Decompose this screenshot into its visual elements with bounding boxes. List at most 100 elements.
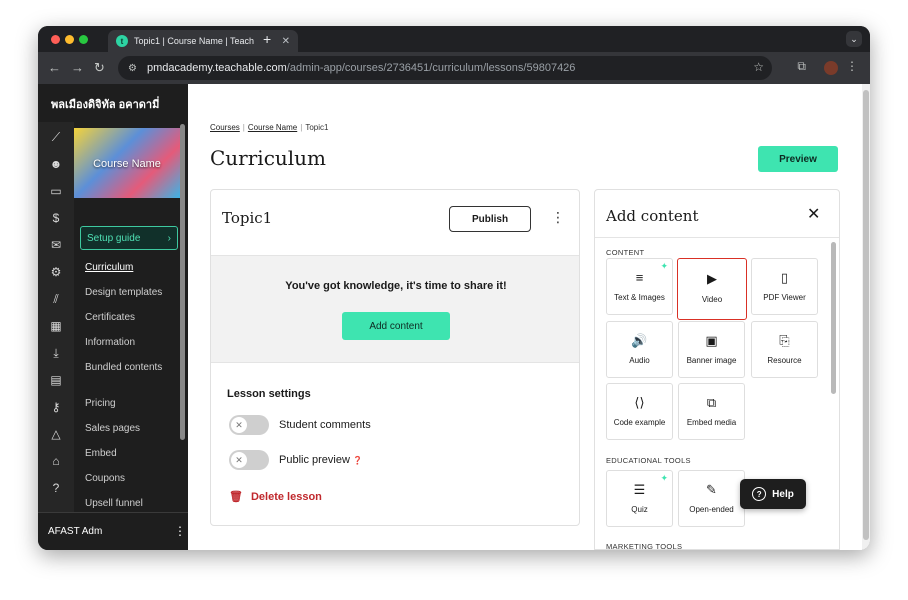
publish-button[interactable]: Publish bbox=[449, 206, 531, 232]
tile-open-ended[interactable]: ✎ Open-ended bbox=[678, 470, 745, 527]
breadcrumb-courses[interactable]: Courses bbox=[210, 123, 240, 132]
extensions-icon[interactable]: ⧉ bbox=[797, 59, 806, 74]
lesson-card: Topic1 Publish ⋮ You've got knowledge, i… bbox=[210, 189, 580, 526]
toggle-off-icon: ✕ bbox=[231, 417, 247, 433]
tile-code-example[interactable]: ⟨⟩ Code example bbox=[606, 383, 673, 440]
admin-sidebar: พลเมืองดิจิทัล อคาดามี่ ⟋ ☻ ▭ $ ✉ ⚙ ⫽ ▦ … bbox=[38, 84, 188, 550]
school-name[interactable]: พลเมืองดิจิทัล อคาดามี่ bbox=[51, 95, 159, 113]
image-icon: ▣ bbox=[705, 333, 718, 348]
new-tab-icon[interactable]: + bbox=[263, 31, 271, 47]
url-text: pmdacademy.teachable.com/admin-app/cours… bbox=[146, 62, 576, 74]
help-circle-icon[interactable]: ? bbox=[49, 481, 63, 495]
chat-icon[interactable]: ▤ bbox=[49, 373, 63, 387]
tile-audio[interactable]: 🔊 Audio bbox=[606, 321, 673, 378]
tile-embed-media[interactable]: ⧉ Embed media bbox=[678, 383, 745, 440]
help-circle-icon: ? bbox=[752, 487, 767, 501]
back-icon[interactable]: ← bbox=[48, 60, 61, 75]
sidebar-scrollbar[interactable] bbox=[180, 124, 185, 440]
gear-icon[interactable]: ⚙ bbox=[49, 265, 63, 279]
admin-more-icon[interactable]: ⋮ bbox=[174, 524, 186, 538]
users-icon[interactable]: ☻ bbox=[49, 157, 63, 171]
tab-strip: t Topic1 | Course Name | Teach ✕ + ⌄ bbox=[38, 26, 870, 52]
document-icon: ▯ bbox=[780, 270, 789, 285]
question-mark-icon[interactable]: ❓ bbox=[353, 456, 363, 465]
sidebar-item-design-templates[interactable]: Design templates bbox=[85, 287, 162, 298]
preview-button[interactable]: Preview bbox=[758, 146, 838, 172]
course-thumbnail-label: Course Name bbox=[93, 158, 161, 170]
sidebar-item-coupons[interactable]: Coupons bbox=[85, 473, 125, 484]
section-educational-label: EDUCATIONAL TOOLS bbox=[606, 456, 691, 465]
pencil-lines-icon: ✎ bbox=[706, 482, 717, 497]
delete-lesson-button[interactable]: 🗑 Delete lesson bbox=[229, 490, 322, 504]
tab-search-icon[interactable]: ⌄ bbox=[846, 31, 862, 47]
sidebar-item-information[interactable]: Information bbox=[85, 337, 135, 348]
breadcrumb-course-name[interactable]: Course Name bbox=[248, 123, 297, 132]
trend-icon[interactable]: ⟋ bbox=[49, 130, 63, 144]
tab-close-icon[interactable]: ✕ bbox=[282, 36, 290, 47]
shapes-icon[interactable]: △ bbox=[49, 427, 63, 441]
browser-toolbar: ← → ↻ ⚙ pmdacademy.teachable.com/admin-a… bbox=[38, 52, 870, 84]
add-content-button[interactable]: Add content bbox=[342, 312, 450, 340]
chevron-right-icon: › bbox=[167, 232, 171, 244]
key-icon[interactable]: ⚷ bbox=[49, 400, 63, 414]
tile-pdf-viewer[interactable]: ▯ PDF Viewer bbox=[751, 258, 818, 315]
site-info-icon[interactable]: ⚙ bbox=[128, 63, 137, 74]
forward-icon[interactable]: → bbox=[71, 60, 84, 75]
embed-media-icon: ⧉ bbox=[706, 395, 717, 410]
toggle-off-icon: ✕ bbox=[231, 452, 247, 468]
sidebar-item-curriculum[interactable]: Curriculum bbox=[85, 262, 133, 273]
bookmark-star-icon[interactable]: ☆ bbox=[753, 60, 764, 74]
profile-avatar[interactable] bbox=[824, 61, 838, 75]
public-preview-toggle[interactable]: ✕ bbox=[229, 450, 269, 470]
tile-text-images[interactable]: ✦ ≡ Text & Images bbox=[606, 258, 673, 315]
close-window-button[interactable] bbox=[51, 35, 60, 44]
text-lines-icon: ≡ bbox=[635, 270, 644, 285]
breadcrumb: Courses | Course Name | Topic1 bbox=[210, 123, 329, 132]
admin-name[interactable]: AFAST Adm bbox=[48, 526, 102, 537]
sidebar-item-certificates[interactable]: Certificates bbox=[85, 312, 135, 323]
tile-quiz[interactable]: ✦ ☰ Quiz bbox=[606, 470, 673, 527]
tile-resource[interactable]: ⎘ Resource bbox=[751, 321, 818, 378]
sidebar-item-embed[interactable]: Embed bbox=[85, 448, 117, 459]
graduation-icon[interactable]: ⌂ bbox=[49, 454, 63, 468]
panel-scrollbar[interactable] bbox=[831, 242, 836, 394]
minimize-window-button[interactable] bbox=[65, 35, 74, 44]
mail-icon[interactable]: ✉ bbox=[49, 238, 63, 252]
devices-icon[interactable]: ▭ bbox=[49, 184, 63, 198]
close-icon[interactable]: ✕ bbox=[807, 204, 820, 224]
empty-message: You've got knowledge, it's time to share… bbox=[285, 280, 507, 292]
help-button[interactable]: ? Help bbox=[740, 479, 806, 509]
library-icon[interactable]: ⫽ bbox=[49, 292, 63, 306]
public-preview-label: Public preview ❓ bbox=[279, 454, 363, 466]
page-scrollbar[interactable] bbox=[862, 84, 870, 550]
panel-title: Add content bbox=[606, 207, 699, 225]
reload-icon[interactable]: ↻ bbox=[94, 60, 105, 76]
sidebar-item-pricing[interactable]: Pricing bbox=[85, 398, 116, 409]
teachable-favicon-icon: t bbox=[116, 35, 128, 47]
calendar-icon[interactable]: ▦ bbox=[49, 319, 63, 333]
attachment-icon: ⎘ bbox=[779, 333, 790, 348]
video-player-icon: ▶ bbox=[707, 271, 717, 286]
tile-video[interactable]: ▶ Video bbox=[677, 258, 747, 320]
sidebar-item-upsell-funnel[interactable]: Upsell funnel bbox=[85, 498, 143, 509]
empty-lesson-area: You've got knowledge, it's time to share… bbox=[211, 255, 579, 363]
browser-window: t Topic1 | Course Name | Teach ✕ + ⌄ ← →… bbox=[38, 26, 870, 550]
course-thumbnail[interactable]: Course Name bbox=[74, 128, 180, 198]
dollar-icon[interactable]: $ bbox=[49, 211, 63, 225]
trash-icon: 🗑 bbox=[229, 491, 243, 503]
tile-banner-image[interactable]: ▣ Banner image bbox=[678, 321, 745, 378]
icon-rail: ⟋ ☻ ▭ $ ✉ ⚙ ⫽ ▦ ⤓ ▤ ⚷ △ ⌂ ? bbox=[38, 122, 74, 512]
setup-guide-button[interactable]: Setup guide › bbox=[80, 226, 178, 250]
student-comments-toggle[interactable]: ✕ bbox=[229, 415, 269, 435]
lesson-title[interactable]: Topic1 bbox=[222, 209, 272, 227]
sidebar-item-bundled-contents[interactable]: Bundled contents bbox=[85, 362, 162, 373]
lesson-more-icon[interactable]: ⋮ bbox=[551, 209, 565, 226]
quiz-icon: ☰ bbox=[633, 482, 646, 497]
maximize-window-button[interactable] bbox=[79, 35, 88, 44]
download-icon[interactable]: ⤓ bbox=[49, 346, 63, 360]
tab-title: Topic1 | Course Name | Teach bbox=[134, 36, 255, 46]
browser-menu-icon[interactable]: ⋮ bbox=[846, 59, 858, 73]
sidebar-item-sales-pages[interactable]: Sales pages bbox=[85, 423, 140, 434]
address-bar[interactable]: ⚙ pmdacademy.teachable.com/admin-app/cou… bbox=[118, 56, 772, 80]
breadcrumb-current: Topic1 bbox=[305, 123, 329, 132]
